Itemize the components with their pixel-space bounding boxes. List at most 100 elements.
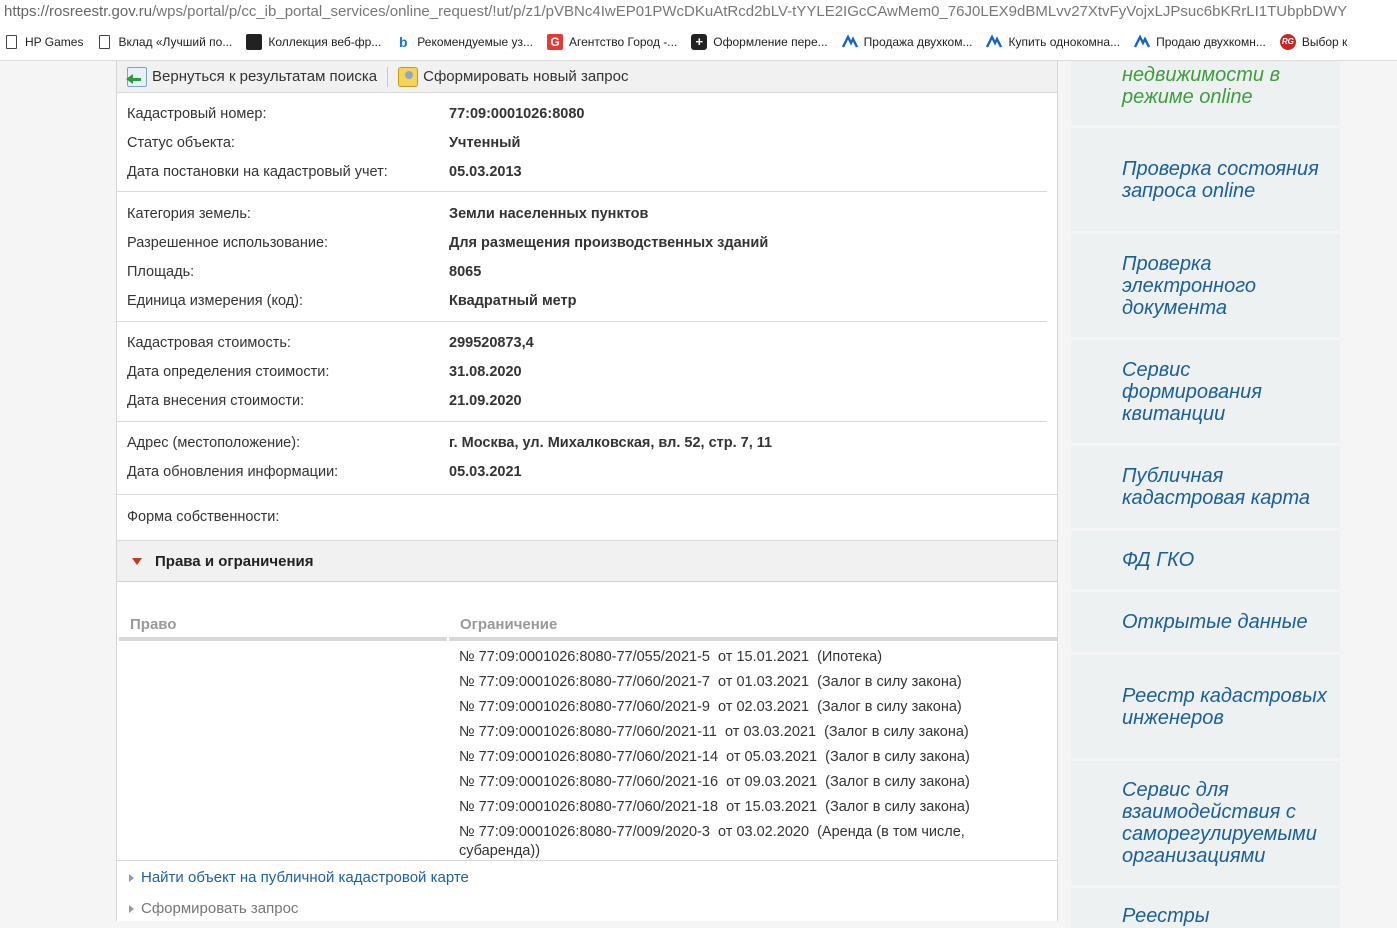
form-request-link[interactable]: Сформировать запрос	[141, 900, 298, 917]
info-label: Дата внесения стоимости:	[127, 393, 305, 409]
bookmark-label: Коллекция веб-фр...	[268, 35, 382, 49]
info-value: г. Москва, ул. Михалковская, вл. 52, стр…	[449, 435, 773, 451]
info-value: 31.08.2020	[449, 364, 522, 380]
sidebar-item-label: ФД ГКО	[1122, 549, 1195, 571]
info-label: Единица измерения (код):	[127, 293, 304, 309]
bullet-arrow-icon	[129, 873, 134, 882]
info-value: 05.03.2013	[449, 164, 522, 180]
info-label: Статус объекта:	[127, 135, 235, 151]
bookmark-vybor[interactable]: RG Выбор к	[1276, 28, 1353, 56]
column-header-restriction: Ограничение	[449, 614, 1057, 641]
sidebar-item-receipt-service[interactable]: Сервис формирования квитанции	[1071, 340, 1340, 443]
bookmark-oformlenie[interactable]: + Оформление пере...	[687, 28, 833, 56]
new-request-button[interactable]: Сформировать новый запрос	[388, 61, 628, 92]
info-value: 05.03.2021	[449, 464, 522, 480]
results-toolbar: Вернуться к результатам поиска Сформиров…	[117, 61, 1057, 93]
restriction-item: № 77:09:0001026:8080-77/060/2021-18 от 1…	[459, 799, 970, 815]
m-icon	[841, 34, 858, 50]
page-icon	[6, 35, 17, 49]
restriction-item: № 77:09:0001026:8080-77/055/2021-5 от 15…	[459, 649, 883, 665]
find-on-public-map-link[interactable]: Найти объект на публичной кадастровой ка…	[141, 869, 469, 886]
sidebar-item-realty-online[interactable]: недвижимости в режиме online	[1071, 61, 1340, 125]
bookmark-label: Агентство Город -...	[568, 35, 678, 49]
info-label: Кадастровый номер:	[127, 106, 267, 122]
restrictions-list: № 77:09:0001026:8080-77/055/2021-5 от 15…	[459, 648, 1019, 861]
restriction-item: № 77:09:0001026:8080-77/060/2021-7 от 01…	[459, 674, 962, 690]
info-label: Дата определения стоимости:	[127, 364, 330, 380]
rights-section-toggle[interactable]: Права и ограничения	[117, 540, 1057, 582]
info-label: Категория земель:	[127, 206, 251, 222]
info-value: Для размещения производственных зданий	[449, 235, 769, 251]
collection-icon	[246, 34, 263, 50]
bookmark-kupit[interactable]: Купить однокомна...	[982, 28, 1126, 56]
bookmark-label: HP Games	[25, 35, 84, 49]
plus-icon: +	[691, 34, 708, 50]
address-bar[interactable]: https://rosreestr.gov.ru/wps/portal/p/cc…	[0, 0, 1397, 24]
bookmark-label: Вклад «Лучший по...	[118, 35, 233, 49]
sidebar-item-label: Публичная кадастровая карта	[1122, 465, 1311, 509]
bookmark-label: Продажа двухком...	[863, 35, 973, 49]
url-path: /wps/portal/p/cc_ib_portal_services/onli…	[152, 3, 1348, 20]
info-value: Учтенный	[449, 135, 521, 151]
sidebar-item-label: Проверка электронного документа	[1122, 252, 1257, 319]
section-divider	[117, 191, 1047, 192]
restriction-item: № 77:09:0001026:8080-77/060/2021-9 от 02…	[459, 699, 962, 715]
bookmarks-bar: HP Games Вклад «Лучший по... Коллекция в…	[0, 24, 1397, 61]
sidebar-item-registries[interactable]: Реестры	[1071, 888, 1340, 928]
sidebar-item-public-map[interactable]: Публичная кадастровая карта	[1071, 446, 1340, 528]
sidebar-item-label: Сервис формирования квитанции	[1122, 358, 1262, 425]
bookmark-hp-games[interactable]: HP Games	[0, 28, 89, 56]
restriction-item: № 77:09:0001026:8080-77/060/2021-16 от 0…	[459, 774, 970, 790]
bookmark-recommended[interactable]: b Рекомендуемые уз...	[391, 28, 539, 56]
sidebar-item-label: Открытые данные	[1122, 611, 1308, 633]
sidebar-item-sro-service[interactable]: Сервис для взаимодействия с саморегулиру…	[1071, 761, 1340, 885]
collapse-triangle-icon	[132, 557, 142, 565]
restriction-item: № 77:09:0001026:8080-77/060/2021-11 от 0…	[459, 724, 969, 740]
info-value: Квадратный метр	[449, 293, 577, 309]
rights-section-title: Права и ограничения	[155, 552, 314, 570]
bookmark-agency-gorod[interactable]: G Агентство Город -...	[543, 28, 683, 56]
bookmark-vklad[interactable]: Вклад «Лучший по...	[93, 28, 238, 56]
info-label: Кадастровая стоимость:	[127, 335, 291, 351]
sidebar-item-label: Реестр кадастровых инженеров	[1122, 684, 1327, 729]
info-label: Площадь:	[127, 264, 195, 280]
bookmark-label: Оформление пере...	[713, 35, 828, 49]
info-label: Форма собственности:	[127, 509, 280, 525]
back-to-results-button[interactable]: Вернуться к результатам поиска	[117, 61, 377, 92]
bookmark-label: Рекомендуемые уз...	[417, 35, 533, 49]
sidebar-item-label: Сервис для взаимодействия с саморегулиру…	[1122, 779, 1317, 867]
sidebar-item-label: Реестры	[1122, 905, 1210, 927]
info-value: 21.09.2020	[449, 393, 522, 409]
bookmark-label: Продаю двухкомн...	[1156, 35, 1266, 49]
bookmark-prodazha[interactable]: Продажа двухком...	[838, 28, 979, 56]
bookmark-label: Купить однокомна...	[1008, 35, 1121, 49]
sidebar-item-engineers-registry[interactable]: Реестр кадастровых инженеров	[1071, 655, 1340, 758]
sidebar-item-verify-document[interactable]: Проверка электронного документа	[1071, 234, 1340, 337]
sidebar-item-open-data[interactable]: Открытые данные	[1071, 592, 1340, 652]
new-request-label: Сформировать новый запрос	[423, 68, 629, 85]
bookmark-collection[interactable]: Коллекция веб-фр...	[242, 28, 387, 56]
section-divider	[117, 321, 1047, 322]
section-divider	[117, 860, 1057, 861]
sidebar-item-fd-gko[interactable]: ФД ГКО	[1071, 531, 1340, 589]
new-request-icon	[398, 66, 419, 87]
info-value: Земли населенных пунктов	[449, 206, 649, 222]
restriction-item: № 77:09:0001026:8080-77/060/2021-14 от 0…	[459, 749, 970, 765]
find-on-map-link-row: Найти объект на публичной кадастровой ка…	[129, 869, 469, 886]
m-icon	[1134, 34, 1151, 50]
bullet-arrow-icon	[129, 904, 134, 913]
info-label: Дата обновления информации:	[127, 464, 339, 480]
object-info-panel: Вернуться к результатам поиска Сформиров…	[116, 61, 1058, 921]
sidebar-item-label: недвижимости в режиме online	[1122, 64, 1281, 108]
sidebar-item-label: Проверка состояния запроса online	[1122, 157, 1319, 202]
info-value: 299520873,4	[449, 335, 534, 351]
services-sidebar: недвижимости в режиме online Проверка со…	[1071, 61, 1340, 928]
bookmark-prodayu[interactable]: Продаю двухкомн...	[1130, 28, 1272, 56]
form-request-link-row: Сформировать запрос	[129, 900, 298, 917]
sidebar-item-request-status[interactable]: Проверка состояния запроса online	[1071, 128, 1340, 231]
info-label: Адрес (местоположение):	[127, 435, 301, 451]
section-divider	[117, 494, 1057, 495]
restriction-item: № 77:09:0001026:8080-77/009/2020-3 от 03…	[459, 824, 969, 859]
info-label: Дата постановки на кадастровый учет:	[127, 164, 388, 180]
page-icon	[99, 35, 111, 49]
